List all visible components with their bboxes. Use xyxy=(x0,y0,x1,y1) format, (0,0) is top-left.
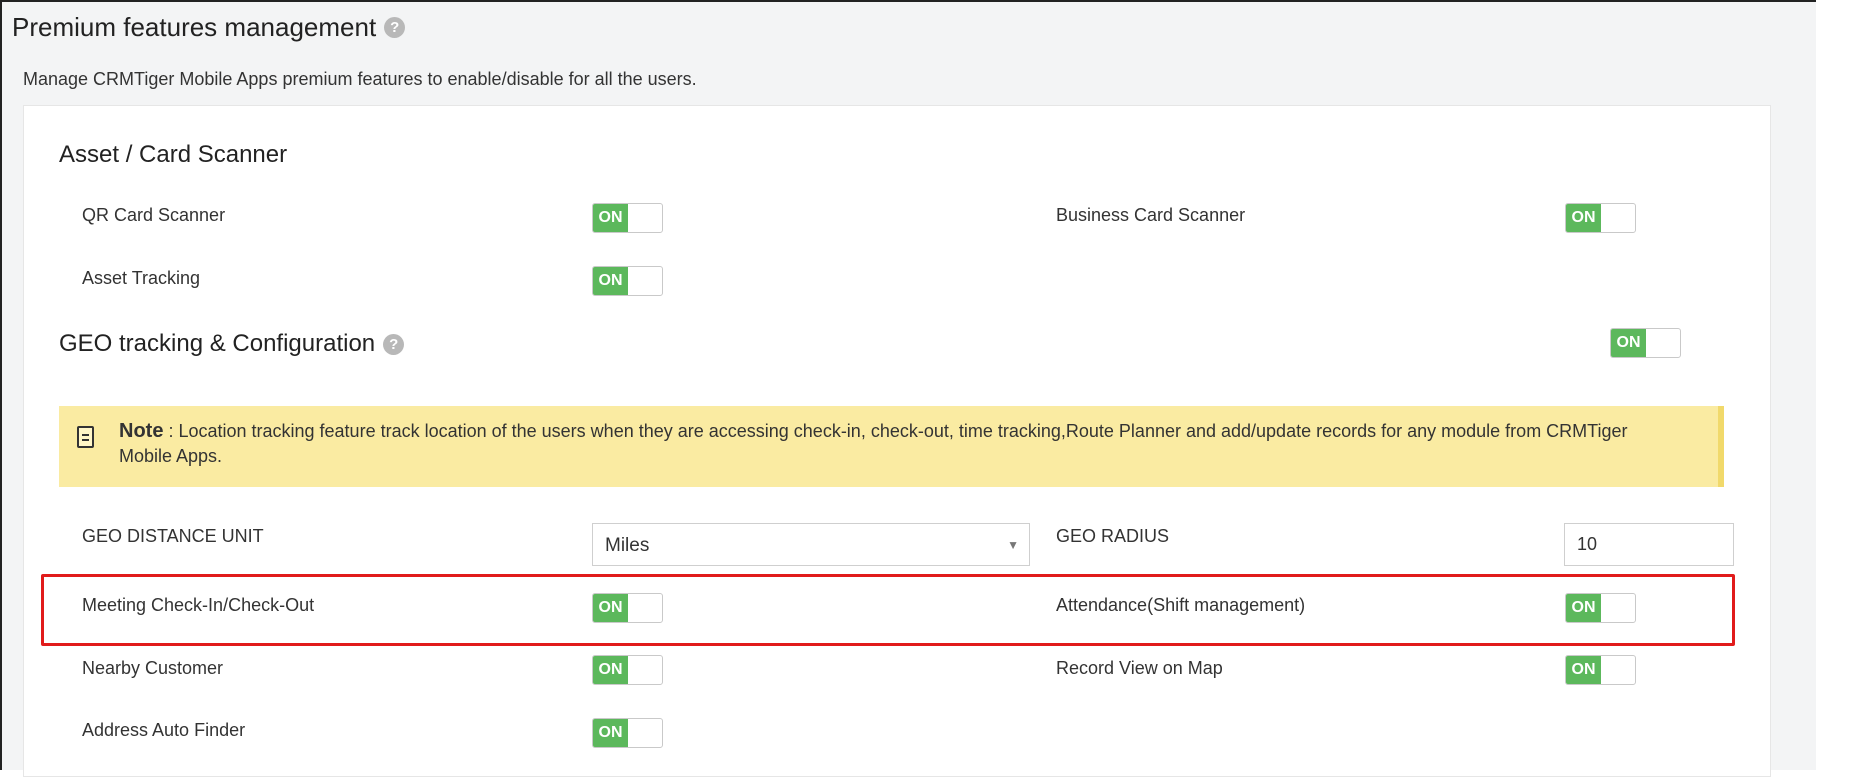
geo-section-title: GEO tracking & Configuration ? xyxy=(59,330,405,358)
record-view-on-map-label: Record View on Map xyxy=(1056,658,1223,678)
toggle-on-indicator: ON xyxy=(1566,656,1601,684)
page-title-text: Premium features management xyxy=(12,12,377,42)
help-icon[interactable]: ? xyxy=(384,17,406,38)
address-auto-finder-toggle[interactable]: ON xyxy=(592,718,663,748)
geo-distance-unit-value: Miles xyxy=(605,535,650,556)
note-box: Note : Location tracking feature track l… xyxy=(59,406,1724,487)
page-description: Manage CRMTiger Mobile Apps premium feat… xyxy=(23,69,697,89)
asset-section-title-text: Asset / Card Scanner xyxy=(59,141,288,168)
toggle-on-indicator: ON xyxy=(593,656,628,684)
address-auto-finder-label: Address Auto Finder xyxy=(82,720,246,740)
note-body: : Location tracking feature track locati… xyxy=(119,421,1628,466)
toggle-on-indicator: ON xyxy=(593,204,628,232)
qr-card-scanner-toggle[interactable]: ON xyxy=(592,203,663,233)
caret-down-icon: ▼ xyxy=(1007,538,1019,552)
toggle-on-indicator: ON xyxy=(593,267,628,295)
asset-section-title: Asset / Card Scanner xyxy=(59,141,287,169)
nearby-customer-toggle[interactable]: ON xyxy=(592,655,663,685)
toggle-on-indicator: ON xyxy=(1611,329,1646,357)
page-title: Premium features management ? xyxy=(12,12,406,43)
record-view-on-map-toggle[interactable]: ON xyxy=(1565,655,1636,685)
geo-distance-unit-select[interactable]: Miles ▼ xyxy=(592,523,1030,566)
note-text: Note : Location tracking feature track l… xyxy=(119,419,1679,469)
toggle-on-indicator: ON xyxy=(593,719,628,747)
document-icon xyxy=(77,426,94,448)
geo-tracking-toggle[interactable]: ON xyxy=(1610,328,1681,358)
business-card-scanner-toggle[interactable]: ON xyxy=(1565,203,1636,233)
asset-tracking-toggle[interactable]: ON xyxy=(592,266,663,296)
geo-distance-unit-label: GEO DISTANCE UNIT xyxy=(82,526,264,546)
qr-card-scanner-label: QR Card Scanner xyxy=(82,205,226,225)
features-panel: Asset / Card Scanner QR Card Scanner ON … xyxy=(23,105,1771,777)
business-card-scanner-label: Business Card Scanner xyxy=(1056,205,1246,225)
asset-tracking-label: Asset Tracking xyxy=(82,268,201,288)
geo-radius-label: GEO RADIUS xyxy=(1056,526,1170,546)
highlight-box xyxy=(41,574,1735,646)
toggle-on-indicator: ON xyxy=(1566,204,1601,232)
page-background: Premium features management ? Manage CRM… xyxy=(0,0,1816,777)
help-icon[interactable]: ? xyxy=(383,333,405,355)
nearby-customer-label: Nearby Customer xyxy=(82,658,224,678)
geo-section-title-text: GEO tracking & Configuration xyxy=(59,330,376,357)
geo-radius-input[interactable]: 10 xyxy=(1564,523,1734,566)
note-heading: Note xyxy=(119,420,164,442)
